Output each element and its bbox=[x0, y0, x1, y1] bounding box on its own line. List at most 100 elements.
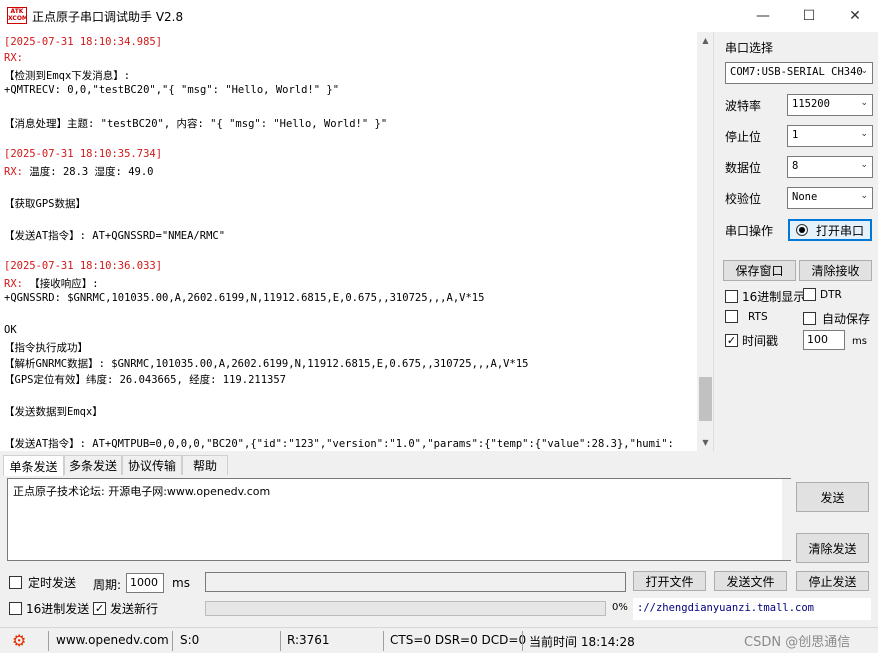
checkbox-icon bbox=[725, 290, 738, 303]
sent-count: S:0 bbox=[180, 633, 200, 647]
progress-percent: 0% bbox=[612, 602, 628, 613]
send-textarea[interactable]: 正点原子技术论坛: 开源电子网:www.openedv.com bbox=[7, 478, 791, 561]
open-port-button[interactable]: 打开串口 bbox=[788, 219, 872, 241]
checkbox-icon bbox=[803, 288, 816, 301]
divider bbox=[383, 631, 384, 651]
parity-value: None bbox=[792, 191, 818, 203]
databit-label: 数据位 bbox=[725, 161, 762, 175]
receive-scrollbar[interactable]: ▲ ▼ bbox=[697, 32, 713, 451]
send-button[interactable]: 发送 bbox=[796, 482, 869, 512]
divider bbox=[280, 631, 281, 651]
timestamp-unit: ms bbox=[852, 336, 867, 347]
dtr-checkbox[interactable]: DTR bbox=[803, 288, 842, 301]
receive-line: 【GPS定位有效】纬度: 26.043665, 经度: 119.211357 bbox=[4, 374, 287, 386]
stopbit-select[interactable]: 1 ⌄ bbox=[787, 125, 873, 147]
auto-save-label: 自动保存 bbox=[822, 312, 871, 326]
baud-label: 波特率 bbox=[725, 99, 762, 113]
receive-line: 【指令执行成功】 bbox=[4, 342, 88, 354]
chevron-down-icon: ⌄ bbox=[860, 129, 868, 139]
period-unit: ms bbox=[172, 576, 190, 590]
minimize-button[interactable]: — bbox=[740, 0, 786, 32]
receive-line: 【发送AT指令】: AT+QMTPUB=0,0,0,0,"BC20",{"id"… bbox=[4, 438, 674, 450]
databit-value: 8 bbox=[792, 160, 799, 172]
close-button[interactable]: ✕ bbox=[832, 0, 878, 32]
store-url[interactable]: ://zhengdianyuanzi.tmall.com bbox=[633, 598, 871, 620]
tab-help[interactable]: 帮助 bbox=[182, 455, 228, 475]
receive-area[interactable]: [2025-07-31 18:10:34.985] RX: 【检测到Emqx下发消息… bbox=[0, 32, 714, 451]
rts-label: RTS bbox=[748, 310, 768, 323]
checkbox-icon bbox=[9, 576, 22, 589]
receive-line: 【消息处理】主题: "testBC20", 内容: "{ "msg": "Hel… bbox=[4, 118, 388, 130]
receive-line: 【检测到Emqx下发消息】: bbox=[4, 70, 131, 82]
clear-send-button[interactable]: 清除发送 bbox=[796, 533, 869, 563]
receive-line: [2025-07-31 18:10:36.033] bbox=[4, 260, 163, 272]
line-status: CTS=0 DSR=0 DCD=0 bbox=[390, 633, 527, 647]
baud-value: 115200 bbox=[792, 98, 830, 110]
checkmark-icon: ✓ bbox=[725, 334, 738, 347]
receive-line: 【发送数据到Emqx】 bbox=[4, 406, 103, 418]
tab-protocol[interactable]: 协议传输 bbox=[122, 455, 182, 475]
checkbox-icon bbox=[725, 310, 738, 323]
receive-line: 【解析GNRMC数据】: $GNRMC,101035.00,A,2602.619… bbox=[4, 358, 529, 370]
port-label: 串口选择 bbox=[725, 41, 774, 55]
rx-content: 温度: 28.3 湿度: 49.0 bbox=[29, 166, 154, 178]
tab-single-send[interactable]: 单条发送 bbox=[3, 455, 64, 476]
checkbox-icon bbox=[9, 602, 22, 615]
send-newline-checkbox[interactable]: ✓ 发送新行 bbox=[93, 600, 158, 617]
period-label: 周期: bbox=[93, 578, 122, 592]
open-port-label: 打开串口 bbox=[815, 223, 864, 238]
send-file-button[interactable]: 发送文件 bbox=[714, 571, 787, 591]
receive-line: 【发送AT指令】: AT+QGNSSRD="NMEA/RMC" bbox=[4, 230, 226, 242]
watermark: CSDN @创思通信 bbox=[744, 635, 851, 650]
send-scrollbar[interactable] bbox=[782, 479, 791, 560]
maximize-button[interactable]: ☐ bbox=[786, 0, 832, 32]
app-logo-icon: ATK XCOM bbox=[7, 7, 27, 24]
scroll-down-icon[interactable]: ▼ bbox=[697, 434, 713, 451]
hex-send-checkbox[interactable]: 16进制发送 bbox=[9, 600, 89, 617]
databit-select[interactable]: 8 ⌄ bbox=[787, 156, 873, 178]
window-title: 正点原子串口调试助手 V2.8 bbox=[32, 10, 184, 24]
checkbox-icon bbox=[803, 312, 816, 325]
rx-prefix: RX: bbox=[4, 166, 30, 178]
scroll-thumb[interactable] bbox=[699, 377, 712, 421]
hex-display-checkbox[interactable]: 16进制显示 bbox=[725, 288, 805, 305]
gear-icon[interactable]: ⚙ bbox=[12, 631, 26, 650]
received-count: R:3761 bbox=[287, 633, 330, 647]
receive-line: RX: bbox=[4, 52, 23, 64]
dtr-label: DTR bbox=[820, 288, 842, 301]
receive-line: 【获取GPS数据】 bbox=[4, 198, 86, 210]
parity-label: 校验位 bbox=[725, 192, 762, 206]
period-input[interactable]: 1000 bbox=[126, 573, 164, 593]
timestamp-checkbox[interactable]: ✓ 时间戳 bbox=[725, 332, 778, 349]
clear-receive-button[interactable]: 清除接收 bbox=[799, 260, 872, 281]
save-window-button[interactable]: 保存窗口 bbox=[723, 260, 796, 281]
scroll-up-icon[interactable]: ▲ bbox=[697, 32, 713, 49]
timed-send-checkbox[interactable]: 定时发送 bbox=[9, 574, 76, 591]
divider bbox=[172, 631, 173, 651]
stop-send-button[interactable]: 停止发送 bbox=[796, 571, 869, 591]
baud-select[interactable]: 115200 ⌄ bbox=[787, 94, 873, 116]
timestamp-label: 时间戳 bbox=[742, 334, 779, 348]
website-link[interactable]: www.openedv.com bbox=[56, 633, 169, 647]
receive-line: RX: 温度: 28.3 湿度: 49.0 bbox=[4, 164, 153, 179]
port-select[interactable]: COM7:USB-SERIAL CH340 ⌄ bbox=[725, 62, 873, 84]
current-time: 当前时间 18:14:28 bbox=[529, 635, 635, 649]
checkmark-icon: ✓ bbox=[93, 602, 106, 615]
port-op-label: 串口操作 bbox=[725, 224, 774, 238]
receive-line: +QGNSSRD: $GNRMC,101035.00,A,2602.6199,N… bbox=[4, 292, 485, 304]
parity-select[interactable]: None ⌄ bbox=[787, 187, 873, 209]
timestamp-input[interactable]: 100 bbox=[803, 330, 845, 350]
file-path-input[interactable] bbox=[205, 572, 626, 592]
receive-line: [2025-07-31 18:10:35.734] bbox=[4, 148, 163, 160]
tab-multi-send[interactable]: 多条发送 bbox=[64, 455, 122, 475]
chevron-down-icon: ⌄ bbox=[860, 160, 868, 170]
rts-checkbox[interactable]: RTS bbox=[725, 310, 768, 323]
stopbit-value: 1 bbox=[792, 129, 799, 141]
divider bbox=[48, 631, 49, 651]
hex-send-label: 16进制发送 bbox=[26, 602, 90, 616]
send-newline-label: 发送新行 bbox=[110, 602, 159, 616]
open-file-button[interactable]: 打开文件 bbox=[633, 571, 706, 591]
chevron-down-icon: ⌄ bbox=[860, 98, 868, 108]
auto-save-checkbox[interactable]: 自动保存 bbox=[803, 310, 870, 327]
stopbit-label: 停止位 bbox=[725, 130, 762, 144]
